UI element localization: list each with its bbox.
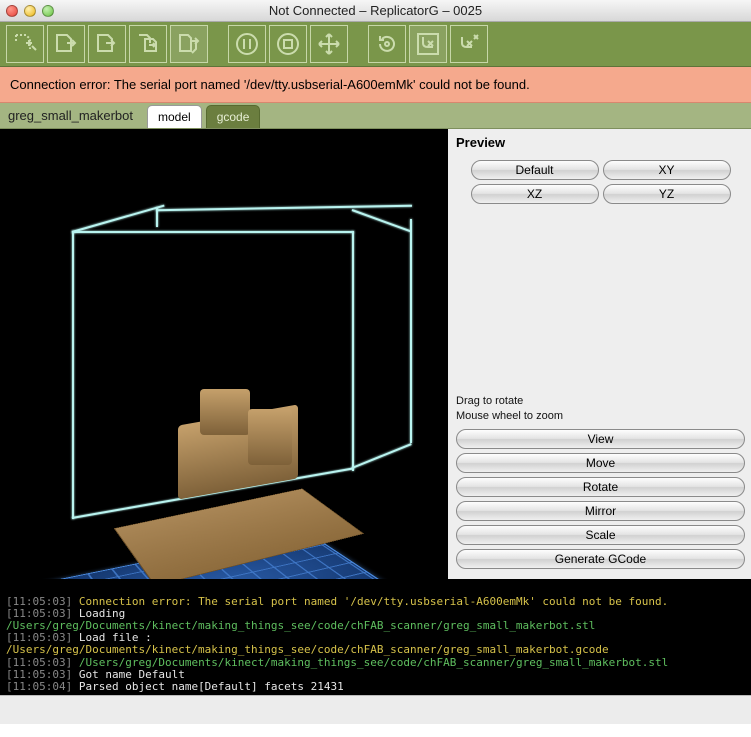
mirror-button[interactable]: Mirror [456,501,745,521]
tab-gcode[interactable]: gcode [206,105,261,128]
new-button[interactable] [6,25,44,63]
yz-view-button[interactable]: YZ [603,184,731,204]
move-tool-button[interactable] [310,25,348,63]
tab-model[interactable]: model [147,105,202,128]
save-button[interactable] [88,25,126,63]
model-viewport[interactable] [0,129,448,579]
file-name: greg_small_makerbot [8,108,133,123]
generate-gcode-button[interactable]: Generate GCode [456,549,745,569]
xz-view-button[interactable]: XZ [471,184,599,204]
disconnect-button[interactable] [450,25,488,63]
default-view-button[interactable]: Default [471,160,599,180]
console: [11:05:03] Connection error: The serial … [0,579,751,695]
preview-heading: Preview [456,135,745,150]
footer [0,695,751,724]
tab-bar: greg_small_makerbot model gcode [0,103,751,129]
build-button[interactable] [170,25,208,63]
move-button[interactable]: Move [456,453,745,473]
rotate-button[interactable]: Rotate [456,477,745,497]
toolbar [0,22,751,67]
scale-button[interactable]: Scale [456,525,745,545]
control-panel-button[interactable] [409,25,447,63]
titlebar: Not Connected – ReplicatorG – 0025 [0,0,751,22]
error-banner: Connection error: The serial port named … [0,67,751,103]
window-title: Not Connected – ReplicatorG – 0025 [0,3,751,18]
xy-view-button[interactable]: XY [603,160,731,180]
view-button[interactable]: View [456,429,745,449]
preview-panel: Preview Default XY XZ YZ Drag to rotate … [448,129,751,579]
stop-button[interactable] [269,25,307,63]
reset-button[interactable] [368,25,406,63]
open-button[interactable] [47,25,85,63]
pause-button[interactable] [228,25,266,63]
hint-rotate: Drag to rotate [456,394,745,408]
export-button[interactable] [129,25,167,63]
hint-zoom: Mouse wheel to zoom [456,409,745,423]
